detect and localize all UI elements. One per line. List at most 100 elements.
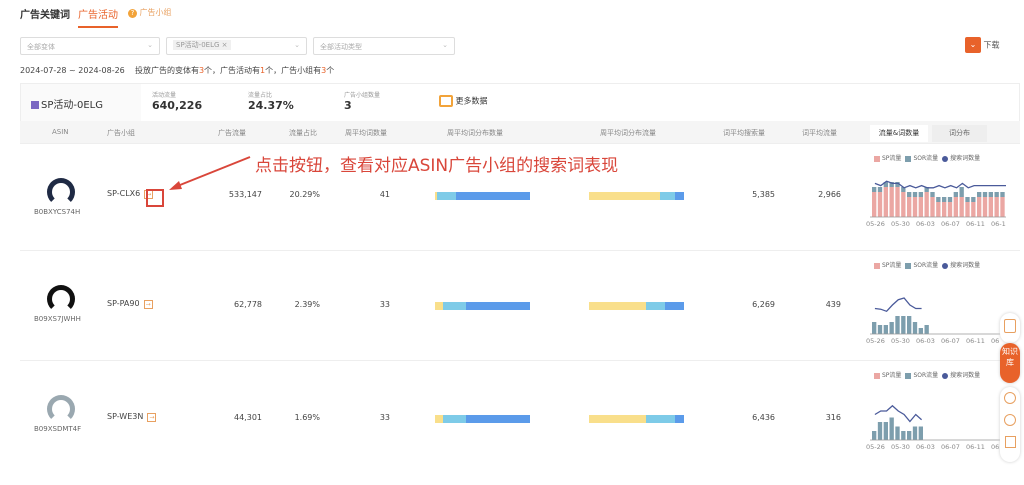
dist-count-bar	[435, 192, 530, 200]
close-icon[interactable]: ×	[222, 41, 228, 49]
sor-bar	[953, 192, 958, 197]
campaign-summary-card: SP活动-0ELG 活动流量 640,226 流量占比 24.37% 广告小组数量 3…	[20, 83, 1020, 122]
sp-bar	[971, 202, 976, 217]
tab-ad-groups[interactable]: ? 广告小组	[128, 7, 172, 18]
tab-traffic-words[interactable]: 流量&词数量	[870, 125, 928, 142]
feedback-icon[interactable]	[1004, 436, 1016, 448]
sor-bar	[883, 325, 888, 334]
sor-bar	[901, 316, 906, 334]
col-group: 广告小组	[107, 129, 135, 137]
metric-share: 流量占比 24.37%	[248, 92, 294, 112]
x-tick-label: 05-26	[866, 443, 885, 451]
tab-ad-campaigns[interactable]: 广告活动	[78, 6, 118, 28]
side-widget-book[interactable]	[1000, 313, 1020, 343]
download-icon: ⌄	[965, 37, 981, 53]
sp-bar	[982, 197, 988, 217]
asin-link[interactable]: B09XS7JWHH	[34, 315, 81, 323]
highlight-box	[146, 189, 164, 207]
product-image	[47, 285, 75, 313]
chart-legend: SP流量 SOR流量 搜索词数量	[870, 260, 980, 269]
sp-bar	[965, 202, 970, 217]
x-tick-label: 06-11	[966, 337, 985, 345]
campaign-chip[interactable]: SP活动-0ELG ×	[173, 40, 231, 50]
search-word-line	[874, 180, 1006, 189]
col-avg: 词平均流量	[802, 129, 837, 137]
help-icon: ?	[128, 9, 137, 18]
sor-bar	[912, 322, 918, 334]
campaign-name: SP活动-0ELG	[21, 84, 141, 122]
search-word-line	[874, 297, 922, 313]
sor-bar	[965, 197, 970, 202]
x-tick-label: 06-11	[966, 220, 985, 228]
sp-bar	[895, 187, 900, 217]
metric-groups: 广告小组数量 3	[344, 92, 381, 112]
download-button[interactable]: ⌄ 下载	[965, 37, 1000, 53]
col-share: 流量占比	[289, 129, 317, 137]
sp-bar	[924, 192, 929, 217]
dist-count-bar	[435, 415, 530, 423]
sor-bar	[977, 192, 982, 197]
open-search-terms-icon[interactable]: →	[147, 413, 157, 422]
sor-bar	[982, 192, 988, 197]
more-data-button[interactable]: 更多数据	[439, 95, 488, 107]
sor-bar	[1000, 192, 1005, 197]
x-tick-label: 05-30	[891, 337, 910, 345]
sor-bar	[971, 197, 976, 202]
weekly-words: 33	[379, 300, 390, 309]
campaign-select[interactable]: SP活动-0ELG × ⌄	[166, 37, 307, 55]
sor-bar	[907, 431, 912, 440]
sp-bar	[977, 197, 982, 217]
weekly-words: 33	[379, 413, 390, 422]
summary-line: 2024-07-28 ~ 2024-08-26 投放广告的变体有3个，广告活动有…	[20, 66, 335, 75]
x-tick-label: 06-07	[941, 220, 960, 228]
tab-word-distribution[interactable]: 词分布	[932, 125, 987, 142]
traffic-share: 2.39%	[294, 300, 320, 309]
group-name: SP-PA90	[107, 299, 140, 308]
support-icon[interactable]	[1004, 392, 1016, 404]
chevron-down-icon: ⌄	[294, 41, 300, 49]
avg-search-volume: 5,385	[752, 190, 775, 199]
avg-search-volume: 6,269	[752, 300, 775, 309]
x-tick-label: 06-07	[941, 443, 960, 451]
col-dist-count: 周平均词分布数量	[447, 129, 503, 137]
sor-bar	[889, 417, 894, 440]
tab-ad-keywords[interactable]: 广告关键词	[20, 6, 70, 21]
variant-select[interactable]: 全部变体 ⌄	[20, 37, 160, 55]
sp-bar	[942, 202, 947, 217]
sp-bar	[936, 202, 941, 217]
sor-bar	[901, 431, 906, 440]
mini-chart: 05-26 05-30 06-03 06-07 06-11 06	[866, 297, 1006, 345]
knowledge-base-button[interactable]: 知识库	[1000, 343, 1020, 383]
search-word-line	[874, 404, 923, 423]
chevron-down-icon: ⌄	[442, 41, 448, 49]
asin-link[interactable]: B0BXYCS74H	[34, 208, 80, 216]
group-name: SP-CLX6	[107, 189, 141, 198]
sor-bar	[883, 422, 888, 440]
sp-bar	[872, 192, 877, 217]
sp-bar	[947, 202, 953, 217]
metric-traffic: 活动流量 640,226	[152, 92, 203, 112]
tab-label: 广告小组	[139, 8, 172, 17]
side-widget-tools	[1000, 387, 1020, 462]
annotation-text: 点击按钮，查看对应ASIN广告小组的搜索词表现	[255, 156, 619, 176]
chart-legend: SP流量 SOR流量 搜索词数量	[870, 153, 980, 162]
open-search-terms-icon[interactable]: →	[143, 300, 153, 309]
sor-bar	[918, 426, 923, 440]
dist-flow-bar	[589, 302, 684, 310]
sp-bar	[953, 197, 958, 217]
chat-icon[interactable]	[1004, 414, 1016, 426]
sor-bar	[942, 197, 947, 202]
dist-count-bar	[435, 302, 530, 310]
chart-legend: SP流量 SOR流量 搜索词数量	[870, 370, 980, 379]
sor-bar	[918, 192, 923, 197]
mini-chart: 05-26 05-30 06-03 06-07 06-11 06-15	[866, 180, 1006, 228]
sp-bar	[959, 197, 964, 217]
campaign-type-select[interactable]: 全部活动类型 ⌄	[313, 37, 455, 55]
sp-bar	[988, 197, 993, 217]
download-label: 下载	[983, 40, 1000, 50]
asin-link[interactable]: B09XSDMT4F	[34, 425, 81, 433]
col-asin: ASIN	[52, 128, 69, 136]
sor-bar	[907, 316, 912, 334]
product-image	[47, 395, 75, 423]
group-name: SP-WE3N	[107, 412, 144, 421]
